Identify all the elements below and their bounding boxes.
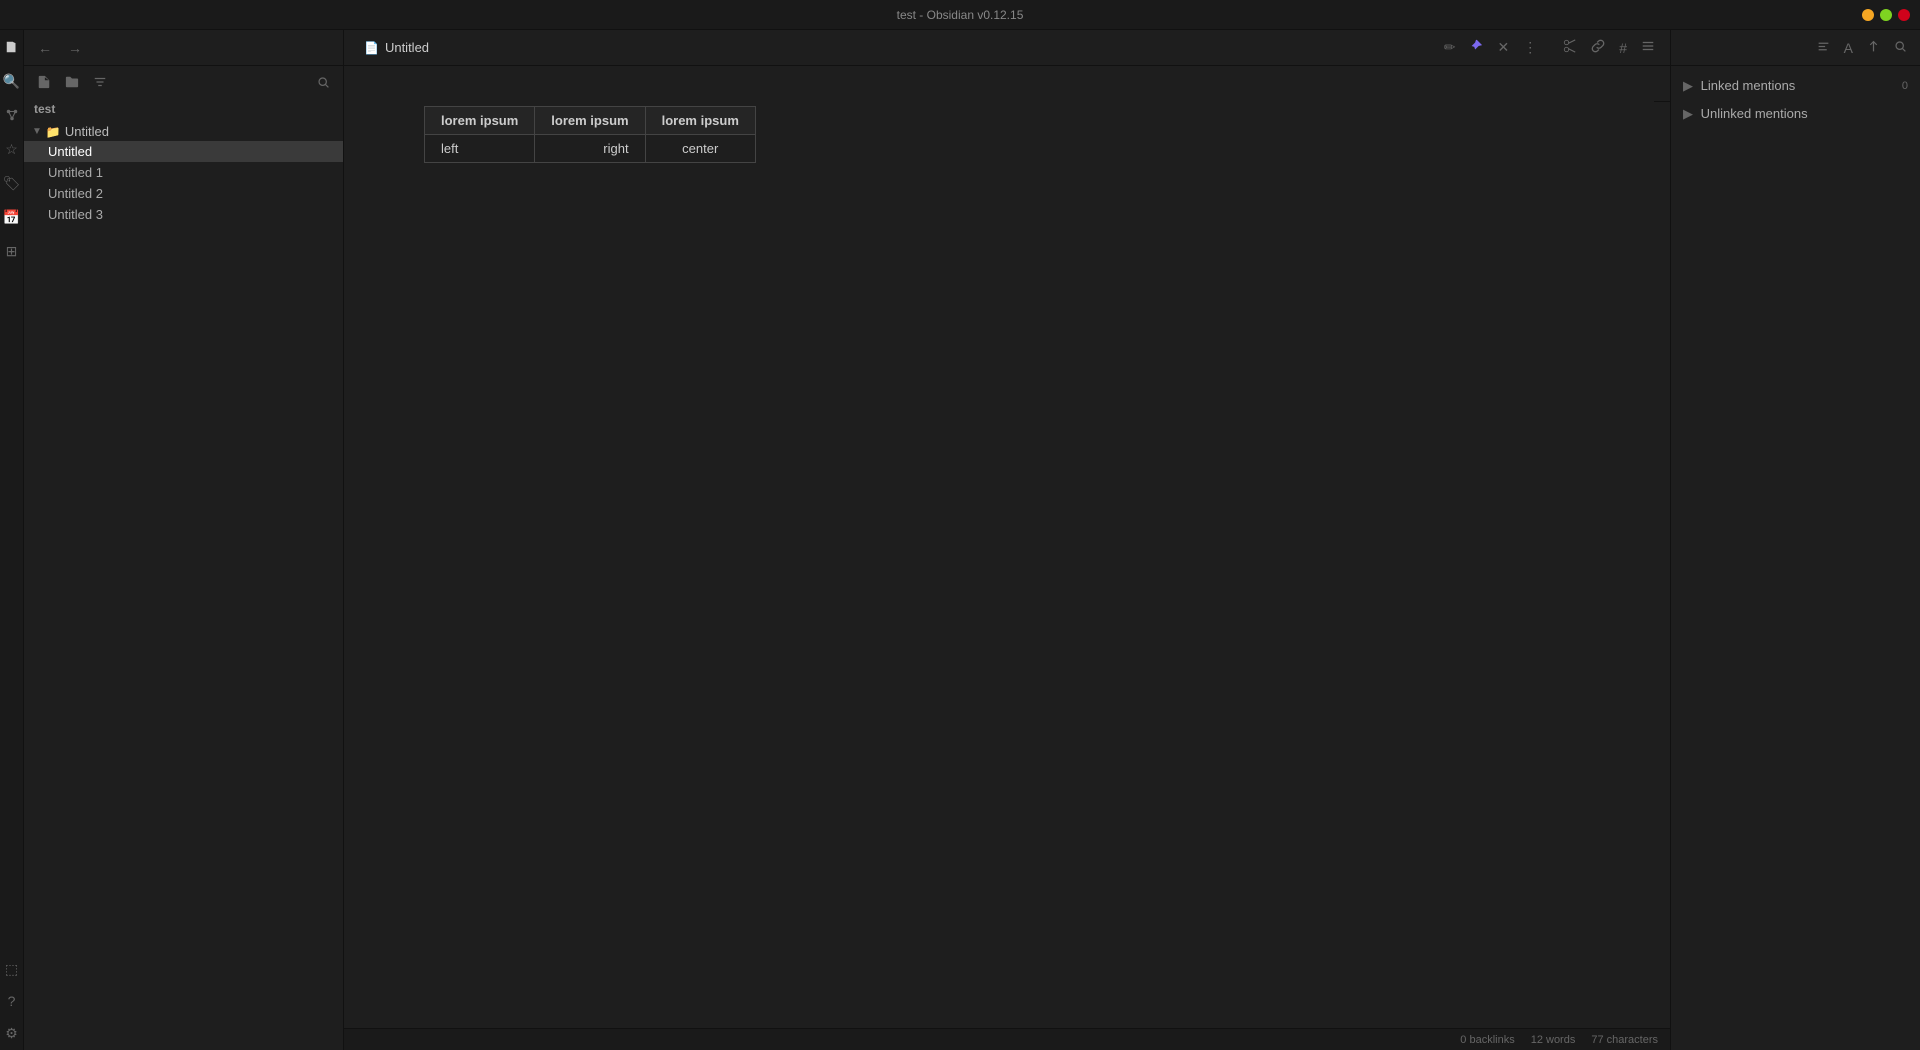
sidebar-toolbar [24, 66, 343, 98]
more-options-button[interactable]: ⋮ [1518, 36, 1542, 59]
search-sidebar-icon[interactable]: 🔍 [3, 72, 21, 90]
pin-button[interactable] [1464, 36, 1488, 59]
folder-name: Untitled [65, 124, 109, 139]
file-tree: ▼ 📁 Untitled Untitled Untitled 1 Untitle… [24, 120, 343, 1050]
list-icon[interactable] [1636, 36, 1660, 59]
unlinked-mentions-label: ▶ Unlinked mentions [1683, 106, 1808, 122]
text-size-icon[interactable]: A [1839, 37, 1858, 59]
forward-button[interactable]: → [64, 38, 86, 58]
characters-status: 77 characters [1591, 1034, 1658, 1046]
graph-icon[interactable] [3, 106, 21, 124]
linked-mentions-section: ▶ Linked mentions 0 [1671, 74, 1920, 98]
table-cell-left: left [425, 135, 535, 163]
new-file-button[interactable] [32, 72, 56, 92]
editor-content[interactable]: lorem ipsum lorem ipsum lorem ipsum left… [344, 66, 1670, 1028]
file-name-3: Untitled 3 [48, 207, 103, 222]
linked-mentions-header[interactable]: ▶ Linked mentions 0 [1671, 74, 1920, 98]
right-toolbar: A [1671, 30, 1920, 66]
file-icon: 📄 [364, 41, 379, 55]
window-title: test - Obsidian v0.12.15 [897, 8, 1024, 22]
maximize-button[interactable] [1880, 9, 1892, 21]
templates-icon[interactable]: ⊞ [3, 242, 21, 260]
align-left-icon[interactable] [1812, 37, 1835, 59]
tags-icon[interactable]: 🏷 [3, 174, 21, 192]
file-name-2: Untitled 2 [48, 186, 103, 201]
window-controls [1862, 9, 1910, 21]
sidebar-search-button[interactable] [312, 73, 335, 92]
table-header-1: lorem ipsum [425, 107, 535, 135]
sort-button[interactable] [88, 72, 112, 92]
table-cell-center: center [645, 135, 755, 163]
vault-title: test [24, 98, 343, 120]
snippets-icon[interactable]: ⬚ [3, 960, 21, 978]
search-right-icon[interactable] [1889, 37, 1912, 59]
sidebar-header: ← → [24, 30, 343, 66]
collapse-icon-2: ▶ [1683, 106, 1693, 121]
app-body: 🔍 ☆ 🏷 📅 ⊞ ⬚ ? ⚙ ← → [0, 30, 1920, 1050]
nav-controls: ← → [34, 38, 86, 58]
chevron-down-icon: ▼ [32, 126, 42, 137]
table-cell-right: right [535, 135, 645, 163]
titlebar: test - Obsidian v0.12.15 [0, 0, 1920, 30]
file-item-untitled3[interactable]: Untitled 3 [24, 204, 343, 225]
minimize-button[interactable] [1862, 9, 1874, 21]
sort-asc-icon[interactable] [1862, 37, 1885, 59]
table-row: left right center [425, 135, 756, 163]
files-icon[interactable] [3, 38, 21, 56]
collapse-icon: ▶ [1683, 78, 1693, 93]
close-tab-button[interactable]: ✕ [1492, 36, 1514, 59]
file-item-untitled1[interactable]: Untitled 1 [24, 162, 343, 183]
link-icon[interactable] [1586, 36, 1610, 59]
linked-mentions-count: 0 [1902, 80, 1908, 92]
preview-table: lorem ipsum lorem ipsum lorem ipsum left… [424, 106, 756, 163]
editor-tab: 📄 Untitled [354, 36, 439, 59]
right-panel: A ▶ Linked mentions 0 [1670, 30, 1920, 1050]
file-name-active: Untitled [48, 144, 92, 159]
edit-button[interactable]: ✏ [1439, 36, 1461, 59]
unlinked-mentions-section: ▶ Unlinked mentions [1671, 102, 1920, 126]
file-item-untitled2[interactable]: Untitled 2 [24, 183, 343, 204]
right-panel-content: ▶ Linked mentions 0 ▶ Unlinked mentions [1671, 66, 1920, 1050]
editor-toolbar: 📄 Untitled ✏ ✕ ⋮ # [344, 30, 1670, 66]
activity-bar: 🔍 ☆ 🏷 📅 ⊞ ⬚ ? ⚙ [0, 30, 24, 1050]
backlinks-status: 0 backlinks [1460, 1034, 1514, 1046]
scissors-icon[interactable] [1558, 36, 1582, 59]
unlinked-mentions-header[interactable]: ▶ Unlinked mentions [1671, 102, 1920, 126]
settings-icon[interactable]: ⚙ [3, 1024, 21, 1042]
new-folder-button[interactable] [60, 72, 84, 92]
sidebar: ← → test ▼ 📁 Untitled [24, 30, 344, 1050]
toolbar-right: ✏ ✕ ⋮ # [1439, 36, 1660, 59]
starred-icon[interactable]: ☆ [3, 140, 21, 158]
editor-area: 📄 Untitled ✏ ✕ ⋮ # [344, 30, 1670, 1050]
daily-notes-icon[interactable]: 📅 [3, 208, 21, 226]
file-item-untitled-active[interactable]: Untitled [24, 141, 343, 162]
close-window-button[interactable] [1898, 9, 1910, 21]
table-header-2: lorem ipsum [535, 107, 645, 135]
status-bar: 0 backlinks 12 words 77 characters [344, 1028, 1670, 1050]
view-toolbar [1654, 66, 1670, 102]
activity-bar-bottom: ⬚ ? ⚙ [3, 960, 21, 1042]
folder-item-untitled[interactable]: ▼ 📁 Untitled [24, 122, 343, 141]
tab-title: Untitled [385, 40, 429, 55]
words-status: 12 words [1531, 1034, 1576, 1046]
linked-mentions-label: ▶ Linked mentions [1683, 78, 1795, 94]
folder-icon: 📁 [46, 125, 61, 139]
hash-icon[interactable]: # [1614, 37, 1632, 59]
back-button[interactable]: ← [34, 38, 56, 58]
help-icon[interactable]: ? [3, 992, 21, 1010]
file-name-1: Untitled 1 [48, 165, 103, 180]
table-header-3: lorem ipsum [645, 107, 755, 135]
